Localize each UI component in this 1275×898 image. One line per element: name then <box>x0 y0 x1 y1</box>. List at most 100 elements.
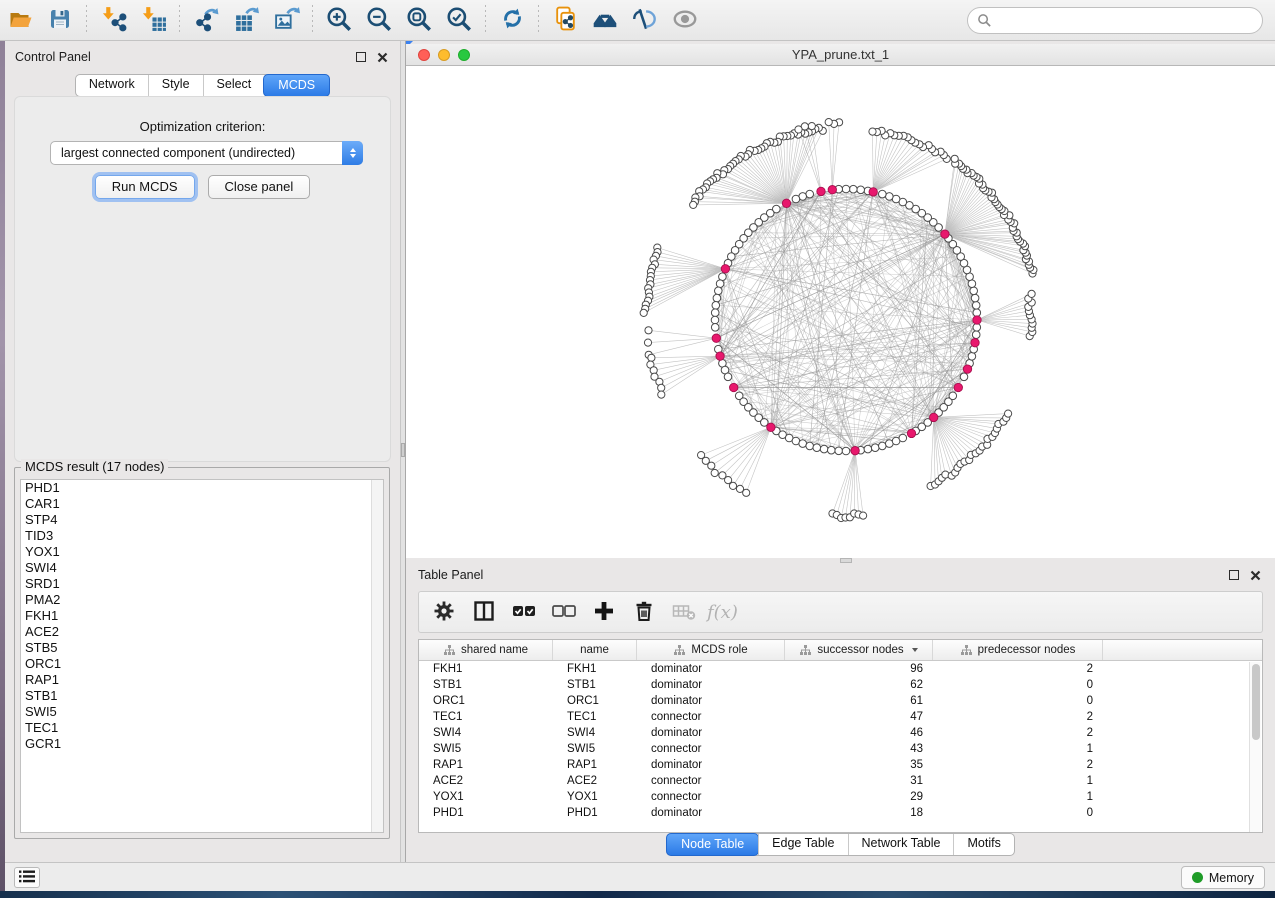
mcds-result-item[interactable]: YOX1 <box>21 544 383 560</box>
close-table-panel-button[interactable] <box>1248 568 1263 583</box>
float-table-panel-button[interactable] <box>1226 568 1241 583</box>
attribute-tree-icon <box>799 645 812 656</box>
tab-select[interactable]: Select <box>203 75 265 96</box>
show-hide-button[interactable] <box>665 3 705 37</box>
table-row[interactable]: ORC1ORC1dominator610 <box>419 693 1262 709</box>
save-button[interactable] <box>40 3 80 37</box>
function-builder-button[interactable]: f(x) <box>707 596 738 628</box>
mcds-result-groupbox: MCDS result (17 nodes) PHD1CAR1STP4TID3Y… <box>14 467 390 839</box>
export-table-button[interactable] <box>226 3 266 37</box>
table-row[interactable]: ACE2ACE2connector311 <box>419 773 1262 789</box>
node-table: shared namenameMCDS role successor nodes p… <box>418 639 1263 833</box>
close-panel-button[interactable] <box>375 50 390 65</box>
cell-successor-nodes: 61 <box>785 693 933 709</box>
cell-successor-nodes: 46 <box>785 725 933 741</box>
mcds-result-item[interactable]: ORC1 <box>21 656 383 672</box>
cell-shared-name: YOX1 <box>419 789 553 805</box>
table-settings-button[interactable] <box>427 596 461 628</box>
mcds-result-item[interactable]: TID3 <box>21 528 383 544</box>
mcds-result-item[interactable]: STB1 <box>21 688 383 704</box>
cell-mcds-role: connector <box>637 709 785 725</box>
import-network-button[interactable] <box>93 3 133 37</box>
tab-mcds[interactable]: MCDS <box>263 74 330 97</box>
delete-column-button[interactable] <box>627 596 661 628</box>
mcds-result-item[interactable]: STB5 <box>21 640 383 656</box>
mcds-list-scrollbar[interactable] <box>371 480 383 832</box>
column-header-shared-name[interactable]: shared name <box>419 640 553 660</box>
cell-mcds-role: connector <box>637 789 785 805</box>
search-input[interactable] <box>992 11 1262 31</box>
mcds-result-item[interactable]: FKH1 <box>21 608 383 624</box>
task-history-button[interactable] <box>14 867 40 888</box>
table-row[interactable]: SWI5SWI5connector431 <box>419 741 1262 757</box>
table-row[interactable]: SWI4SWI4dominator462 <box>419 725 1262 741</box>
delete-table-button[interactable] <box>667 596 701 628</box>
mcds-result-item[interactable]: PMA2 <box>21 592 383 608</box>
open-file-button[interactable] <box>0 3 40 37</box>
tab-motifs[interactable]: Motifs <box>953 834 1013 855</box>
mcds-result-item[interactable]: RAP1 <box>21 672 383 688</box>
deselect-all-button[interactable] <box>547 596 581 628</box>
zoom-fit-button[interactable] <box>399 3 439 37</box>
mcds-result-item[interactable]: PHD1 <box>21 480 383 496</box>
add-column-button[interactable] <box>587 596 621 628</box>
cell-empty <box>1103 693 1262 709</box>
column-header-predecessor-nodes[interactable]: predecessor nodes <box>933 640 1103 660</box>
refresh-button[interactable] <box>492 3 532 37</box>
column-header-name[interactable]: name <box>553 640 637 660</box>
tab-network[interactable]: Network <box>76 75 148 96</box>
table-row[interactable]: TEC1TEC1connector472 <box>419 709 1262 725</box>
zoom-selected-button[interactable] <box>439 3 479 37</box>
column-header-MCDS-role[interactable]: MCDS role <box>637 640 785 660</box>
column-label: successor nodes <box>817 644 903 656</box>
optimization-criterion-select[interactable]: largest connected component (undirected) <box>50 141 363 165</box>
table-scrollbar-thumb[interactable] <box>1252 664 1260 740</box>
mcds-result-item[interactable]: SWI4 <box>21 560 383 576</box>
run-mcds-button[interactable]: Run MCDS <box>95 175 195 199</box>
control-panel-header: Control Panel <box>5 45 400 69</box>
cell-predecessor-nodes: 1 <box>933 773 1103 789</box>
cell-mcds-role: dominator <box>637 661 785 677</box>
select-all-button[interactable] <box>507 596 541 628</box>
tab-network-table[interactable]: Network Table <box>848 834 954 855</box>
mcds-result-item[interactable]: ACE2 <box>21 624 383 640</box>
tab-style[interactable]: Style <box>148 75 203 96</box>
mcds-result-item[interactable]: TEC1 <box>21 720 383 736</box>
mcds-result-item[interactable]: SWI5 <box>21 704 383 720</box>
table-row[interactable]: FKH1FKH1dominator962 <box>419 661 1262 677</box>
cell-shared-name: FKH1 <box>419 661 553 677</box>
toggle-columns-button[interactable] <box>467 596 501 628</box>
toolbar-separator <box>312 5 313 35</box>
zoom-in-button[interactable] <box>319 3 359 37</box>
mcds-result-item[interactable]: GCR1 <box>21 736 383 752</box>
table-row[interactable]: STB1STB1dominator620 <box>419 677 1262 693</box>
table-bottom-tabs: Node TableEdge TableNetwork TableMotifs <box>406 833 1275 856</box>
style-preview-button[interactable] <box>625 3 665 37</box>
table-row[interactable]: PHD1PHD1dominator180 <box>419 805 1262 821</box>
zoom-out-button[interactable] <box>359 3 399 37</box>
table-row[interactable]: RAP1RAP1dominator352 <box>419 757 1262 773</box>
tab-node-table[interactable]: Node Table <box>666 833 759 856</box>
mcds-result-item[interactable]: STP4 <box>21 512 383 528</box>
close-mcds-panel-button[interactable]: Close panel <box>208 175 311 199</box>
export-network-button[interactable] <box>186 3 226 37</box>
mcds-result-list[interactable]: PHD1CAR1STP4TID3YOX1SWI4SRD1PMA2FKH1ACE2… <box>20 479 384 833</box>
tab-edge-table[interactable]: Edge Table <box>758 834 847 855</box>
style-preview-icon <box>631 5 659 36</box>
column-header-successor-nodes[interactable]: successor nodes <box>785 640 933 660</box>
import-table-button[interactable] <box>133 3 173 37</box>
export-image-button[interactable] <box>266 3 306 37</box>
network-view[interactable] <box>406 66 1275 558</box>
memory-button[interactable]: Memory <box>1181 866 1265 889</box>
mcds-result-item[interactable]: CAR1 <box>21 496 383 512</box>
search-network-button[interactable] <box>585 3 625 37</box>
mcds-result-item[interactable]: SRD1 <box>21 576 383 592</box>
table-panel-header: Table Panel <box>406 563 1275 587</box>
export-network-icon <box>193 5 220 35</box>
toolbar-separator <box>538 5 539 35</box>
table-scrollbar[interactable] <box>1249 662 1261 832</box>
table-row[interactable]: YOX1YOX1connector291 <box>419 789 1262 805</box>
clone-network-button[interactable] <box>545 3 585 37</box>
network-window-titlebar[interactable]: YPA_prune.txt_1 <box>406 44 1275 66</box>
float-panel-button[interactable] <box>353 50 368 65</box>
